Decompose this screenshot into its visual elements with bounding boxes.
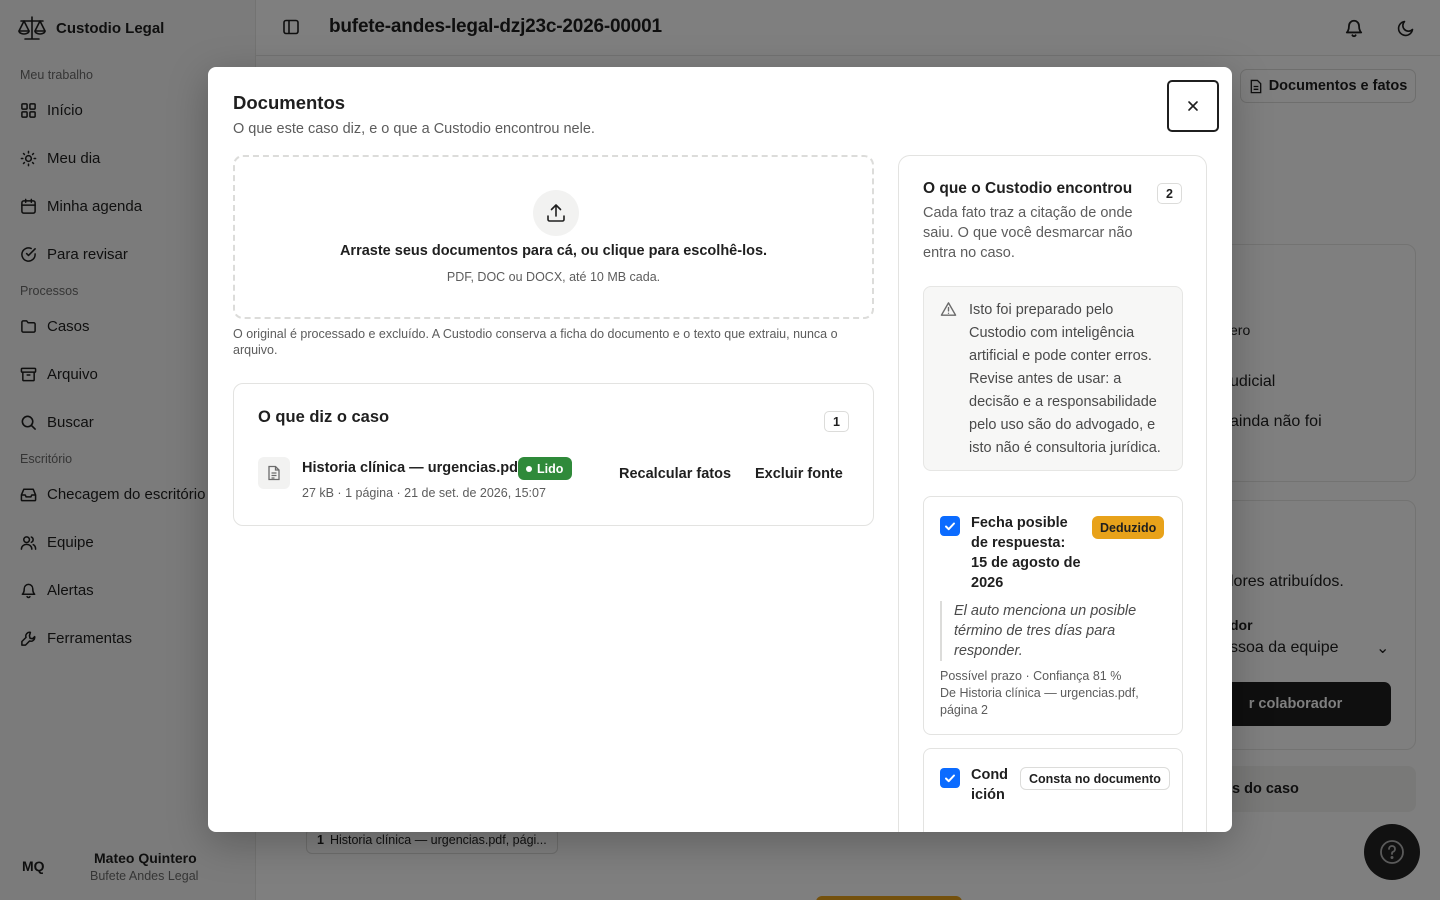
facts-subtitle: Cada fato traz a citação de onde saiu. O… [923, 205, 1133, 261]
documents-modal: Documentos O que este caso diz, e o que … [208, 67, 1232, 832]
check-icon [945, 522, 955, 531]
status-dot [526, 465, 532, 472]
fact-card: Fecha posible de respuesta: 15 de agosto… [923, 496, 1183, 735]
warning-triangle-icon [940, 302, 957, 316]
facts-panel: O que o Custodio encontrou 2 Cada fato t… [898, 155, 1207, 832]
count-badge: 2 [1157, 183, 1182, 204]
recalculate-facts-button[interactable]: Recalcular fatos [619, 466, 731, 482]
ai-warning: Isto foi preparado pelo Custodio com int… [923, 286, 1183, 471]
help-button[interactable] [1364, 824, 1420, 880]
ai-warning-text: Isto foi preparado pelo Custodio com int… [969, 302, 1161, 456]
upload-dropzone[interactable]: Arraste seus documentos para cá, ou cliq… [233, 155, 874, 319]
close-button[interactable] [1167, 80, 1219, 132]
in-document-badge: Consta no documento [1020, 767, 1170, 790]
file-meta: 27 kB · 1 página · 21 de set. de 2026, 1… [302, 486, 546, 500]
fact-title: Condición [971, 767, 1009, 803]
document-icon-wrap [258, 457, 290, 489]
deduced-badge: Deduzido [1092, 516, 1165, 539]
dropzone-hint: PDF, DOC ou DOCX, até 10 MB cada. [446, 270, 661, 284]
fact-meta: Possível prazo · Confiança 81 % De Histo… [940, 668, 1165, 719]
status-badge: Lido [518, 457, 573, 480]
upload-icon-wrap [533, 190, 579, 236]
fact-quote: El auto menciona un posible término de t… [940, 601, 1160, 661]
status-label: Lido [537, 461, 564, 476]
modal-subtitle: O que este caso diz, e o que a Custodio … [233, 121, 595, 137]
help-question-icon [1380, 840, 1404, 864]
file-name[interactable]: Historia clínica — urgencias.pdf [302, 460, 523, 476]
case-sources-card: O que diz o caso 1 Historia clínica — ur… [233, 383, 874, 526]
facts-title: O que o Custodio encontrou [923, 180, 1133, 197]
case-sources-title: O que diz o caso [258, 408, 390, 426]
delete-source-button[interactable]: Excluir fonte [755, 466, 843, 482]
dropzone-instruction: Arraste seus documentos para cá, ou cliq… [339, 243, 768, 259]
processing-note: O original é processado e excluído. A Cu… [233, 327, 838, 357]
fact-checkbox[interactable] [940, 516, 960, 536]
document-icon [268, 465, 280, 481]
modal-title: Documentos [233, 92, 346, 113]
fact-title: Fecha posible de respuesta: 15 de agosto… [971, 515, 1081, 591]
check-icon [945, 774, 955, 783]
fact-source[interactable]: De Historia clínica — urgencias.pdf, pág… [940, 685, 1165, 719]
fact-card: Condición Consta no documento [923, 748, 1183, 832]
fact-confidence: Possível prazo · Confiança 81 % [940, 669, 1122, 683]
upload-icon [547, 204, 565, 222]
count-badge: 1 [824, 411, 849, 432]
fact-checkbox[interactable] [940, 768, 960, 788]
close-icon [1188, 101, 1198, 111]
